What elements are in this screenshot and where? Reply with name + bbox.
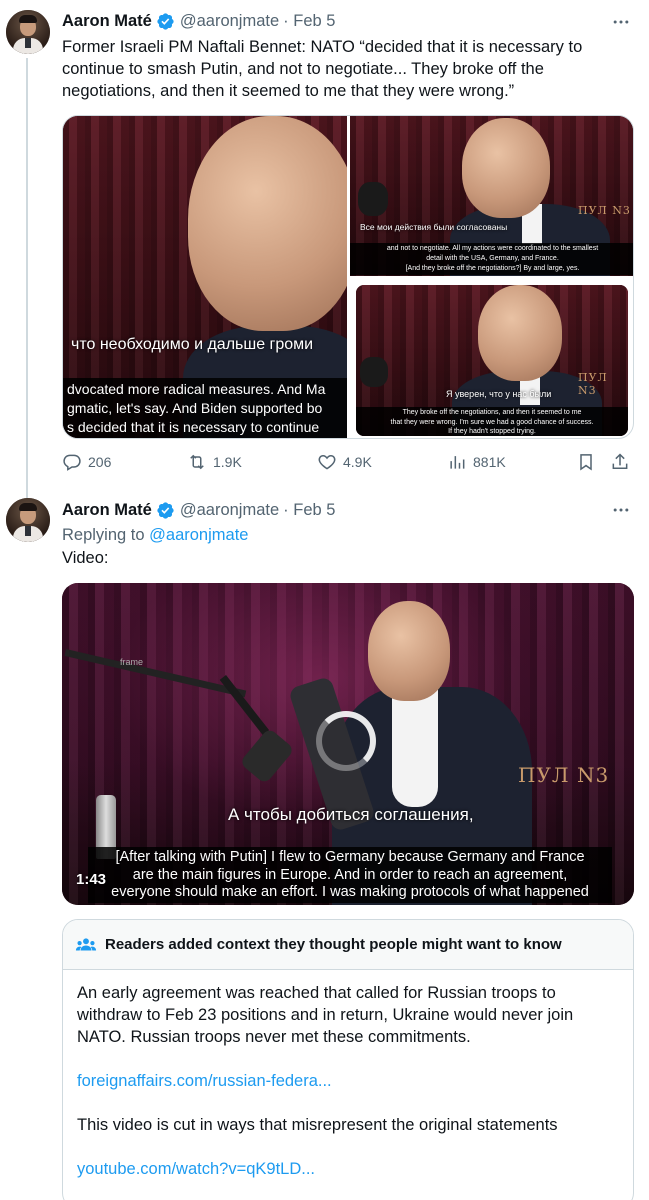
views-count: 881K xyxy=(473,454,506,470)
avatar[interactable] xyxy=(6,498,50,542)
tweet-video[interactable]: frame ПУЛ N3 А чтобы добиться соглашения… xyxy=(62,583,634,905)
note-paragraph: This video is cut in ways that misrepres… xyxy=(77,1116,558,1134)
people-icon xyxy=(75,937,97,950)
community-note: Readers added context they thought peopl… xyxy=(62,919,634,1200)
author-handle[interactable]: @aaronjmate xyxy=(180,12,279,31)
repost-icon xyxy=(190,454,204,470)
like-button[interactable]: 4.9K xyxy=(317,450,372,474)
video-russian-caption: А чтобы добиться соглашения, xyxy=(228,805,474,824)
repost-count: 1.9K xyxy=(213,454,242,470)
image-2-english-caption: and not to negotiate. All my actions wer… xyxy=(350,243,633,275)
image-3-watermark: ПУЛ N3 xyxy=(578,371,608,397)
tweet-date[interactable]: · Feb 5 xyxy=(283,12,335,31)
tweet-text: Video: xyxy=(62,549,109,567)
community-note-body: An early agreement was reached that call… xyxy=(77,982,617,1180)
tweet-image-1[interactable]: что необходимо и дальше громи dvocated m… xyxy=(63,116,347,438)
image-1-english-caption: dvocated more radical measures. And Ma g… xyxy=(63,378,347,438)
tweet-text: Former Israeli PM Naftali Bennet: NATO “… xyxy=(62,38,583,100)
author-name[interactable]: Aaron Maté xyxy=(62,501,152,520)
mic-label: frame xyxy=(120,657,144,667)
reply-count: 206 xyxy=(88,454,112,470)
tweet-header: Aaron Maté @aaronjmate · Feb 5 xyxy=(62,499,335,521)
more-options-icon[interactable] xyxy=(611,12,631,32)
share-icon xyxy=(612,453,628,469)
tweet-date[interactable]: · Feb 5 xyxy=(283,501,335,520)
community-note-title: Readers added context they thought peopl… xyxy=(105,936,562,953)
replying-to-line: Replying to @aaronjmate xyxy=(62,526,249,544)
thread-connector-line xyxy=(26,58,28,498)
views-button[interactable]: 881K xyxy=(447,450,506,474)
image-3-russian-caption: Я уверен, что у нас были xyxy=(446,389,552,399)
tweet-image-3[interactable]: ПУЛ N3 Я уверен, что у нас были They bro… xyxy=(356,285,628,436)
replying-to-handle-link[interactable]: @aaronjmate xyxy=(149,526,248,544)
image-3-english-caption: They broke off the negotiations, and the… xyxy=(356,407,628,436)
community-note-header: Readers added context they thought peopl… xyxy=(63,920,633,970)
note-source-link[interactable]: foreignaffairs.com/russian-federa... xyxy=(77,1070,617,1092)
like-count: 4.9K xyxy=(343,454,372,470)
tweet-header: Aaron Maté @aaronjmate · Feb 5 xyxy=(62,10,335,32)
more-options-icon[interactable] xyxy=(611,500,631,520)
author-handle[interactable]: @aaronjmate xyxy=(180,501,279,520)
bookmark-icon xyxy=(580,454,592,471)
image-2-russian-caption: Все мои действия были согласованы xyxy=(360,222,508,232)
loading-spinner-icon xyxy=(316,711,376,771)
heart-icon xyxy=(318,454,336,470)
reply-icon xyxy=(63,454,81,471)
bookmark-button[interactable] xyxy=(576,450,596,474)
image-1-russian-caption: что необходимо и дальше громи xyxy=(71,336,314,353)
avatar[interactable] xyxy=(6,10,50,54)
note-source-link[interactable]: youtube.com/watch?v=qK9tLD... xyxy=(77,1158,617,1180)
author-name[interactable]: Aaron Maté xyxy=(62,12,152,31)
tweet-image-2[interactable]: ПУЛ N3 Все мои действия были согласованы… xyxy=(350,116,633,276)
share-button[interactable] xyxy=(610,450,630,474)
tweet-media-grid: что необходимо и дальше громи dvocated m… xyxy=(62,115,634,439)
image-2-watermark: ПУЛ N3 xyxy=(578,204,631,217)
repost-button[interactable]: 1.9K xyxy=(187,450,242,474)
tweet-actions: 206 1.9K 4.9K 881K xyxy=(62,450,634,474)
verified-badge-icon xyxy=(156,501,175,520)
reply-button[interactable]: 206 xyxy=(62,450,111,474)
video-watermark: ПУЛ N3 xyxy=(518,763,610,787)
note-paragraph: An early agreement was reached that call… xyxy=(77,984,574,1046)
video-english-caption: [After talking with Putin] I flew to Ger… xyxy=(88,847,612,903)
video-duration: 1:43 xyxy=(76,871,107,888)
verified-badge-icon xyxy=(156,12,175,31)
views-chart-icon xyxy=(450,456,465,469)
